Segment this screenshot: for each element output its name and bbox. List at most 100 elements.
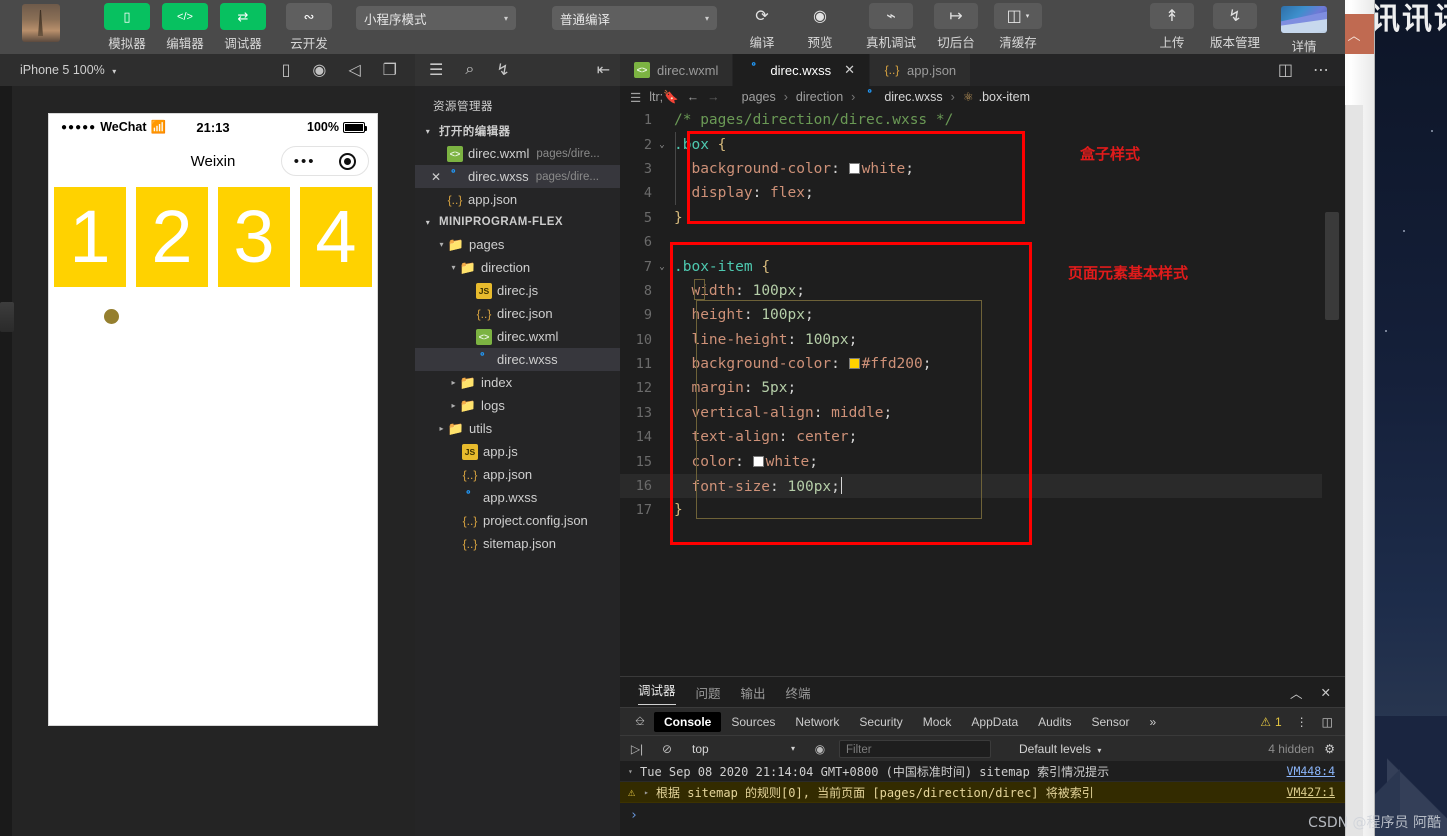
settings-gear-icon[interactable]: ⚙ (1324, 742, 1335, 756)
console-log-source[interactable]: VM427:1 (1287, 785, 1345, 799)
close-icon[interactable]: ✕ (1321, 683, 1331, 702)
code-line[interactable]: 8 width: 100px; (620, 279, 1345, 303)
tree-item-app-wxss[interactable]: ゚ app.wxss (415, 486, 620, 509)
files-icon[interactable]: ☰ (429, 60, 443, 80)
warning-count-badge[interactable]: ⚠ 1 (1260, 715, 1281, 729)
devtools-tabs-overflow[interactable]: » (1140, 712, 1167, 732)
chevron-down-icon[interactable]: ▾ (628, 767, 640, 776)
phone-screen[interactable]: ●●●●● WeChat 📶 21:13 100% Weixin ••• 1 2… (48, 113, 378, 726)
code-editor[interactable]: 1/* pages/direction/direc.wxss */2 ⌄ .box … (620, 108, 1345, 676)
open-editor-app-json[interactable]: {..} app.json (415, 188, 620, 211)
bookmark-icon[interactable]: ltr;🔖 (649, 90, 678, 105)
panel-tab-terminal[interactable]: 终端 (786, 683, 811, 702)
code-line[interactable]: 15 color: white; (620, 449, 1345, 473)
close-icon[interactable]: ✕ (429, 170, 443, 184)
device-selector[interactable]: iPhone 5 100% ▾ (20, 63, 116, 77)
editor-tab-direc-wxss[interactable]: ゚ direc.wxss ✕ (733, 54, 870, 86)
more-actions-icon[interactable]: ⋮ (1296, 715, 1308, 729)
console-context-select[interactable]: top ▾ (686, 742, 801, 756)
fold-toggle-icon[interactable]: ⌄ (654, 262, 670, 272)
tree-item-project-config-json[interactable]: {..} project.config.json (415, 509, 620, 532)
tree-item-pages[interactable]: ▾ 📁 pages (415, 233, 620, 256)
toolbar-button-clear-cache[interactable]: ◫ ▾ 清缓存 (993, 3, 1043, 51)
breadcrumb-segment-pages[interactable]: pages (742, 90, 776, 104)
devtools-tab-appdata[interactable]: AppData (961, 712, 1028, 732)
toolbar-button-cloud-dev[interactable]: ∾ 云开发 (286, 3, 332, 52)
windows-icon[interactable]: ❐ (383, 60, 397, 80)
tree-item-direc-js[interactable]: JS direc.js (415, 279, 620, 302)
devtools-tab-security[interactable]: Security (849, 712, 912, 732)
code-line[interactable]: 6 (620, 230, 1345, 254)
toolbar-button-detail[interactable]: 详情 (1275, 3, 1333, 55)
forward-arrow-icon[interactable]: → (707, 90, 720, 104)
code-line[interactable]: 13 vertical-align: middle; (620, 401, 1345, 425)
code-line[interactable]: 12 margin: 5px; (620, 376, 1345, 400)
more-actions-icon[interactable]: ⋯ (1313, 60, 1329, 80)
tree-item-app-js[interactable]: JS app.js (415, 440, 620, 463)
split-editor-icon[interactable]: ◫ (1278, 60, 1293, 80)
devtools-tab-sensor[interactable]: Sensor (1081, 712, 1139, 732)
devtools-tab-console[interactable]: Console (654, 711, 722, 732)
code-line[interactable]: 10 line-height: 100px; (620, 328, 1345, 352)
editor-tab-direc-wxml[interactable]: <> direc.wxml (620, 54, 734, 86)
toolbar-button-real-device-debug[interactable]: ⌁ 真机调试 (863, 3, 919, 51)
back-arrow-icon[interactable]: ← (687, 90, 700, 104)
capsule-button[interactable]: ••• (281, 146, 369, 176)
code-line[interactable]: 1 /* pages/direction/direc.wxss */ (620, 108, 1345, 132)
fold-toggle-icon[interactable]: ⌄ (654, 140, 670, 150)
box-item[interactable]: 2 (136, 187, 208, 287)
explorer-section-project[interactable]: ▾ MINIPROGRAM-FLEX (415, 211, 620, 233)
tree-item-direction[interactable]: ▾ 📁 direction (415, 256, 620, 279)
toolbar-button-compile[interactable]: ⟳ 编译 (739, 3, 785, 51)
toolbar-button-background[interactable]: ↦ 切后台 (931, 3, 981, 51)
app-preview-thumbnail[interactable] (22, 4, 60, 42)
breadcrumb-segment-symbol[interactable]: ⚛ .box-item (963, 90, 1030, 104)
console-filter-input[interactable]: Filter (839, 739, 991, 758)
code-line[interactable]: 17} (620, 498, 1345, 522)
tree-item-index[interactable]: ▸ 📁 index (415, 371, 620, 394)
toolbar-button-preview[interactable]: ◉ 预览 (797, 3, 843, 51)
toolbar-button-editor[interactable]: </> 编辑器 (162, 3, 208, 52)
toolbar-button-upload[interactable]: ↟ 上传 (1149, 3, 1195, 51)
more-menu-icon[interactable]: ••• (294, 154, 316, 169)
console-log-row[interactable]: ▾ Tue Sep 08 2020 21:14:04 GMT+0800 (中国标… (620, 761, 1345, 782)
code-line[interactable]: 14 text-align: center; (620, 425, 1345, 449)
tree-item-direc-json[interactable]: {..} direc.json (415, 302, 620, 325)
console-levels-select[interactable]: Default levels ▾ (1019, 742, 1101, 756)
editor-scrollbar-thumb[interactable] (1325, 212, 1339, 320)
compile-mode-select[interactable]: 普通编译 ▾ (552, 6, 717, 30)
dock-panel-icon[interactable]: ◫ (1322, 715, 1333, 729)
chevron-up-icon[interactable]: ︿ (1290, 683, 1303, 702)
code-line[interactable]: 4 display: flex; (620, 181, 1345, 205)
chevron-right-icon[interactable]: ▸ (644, 788, 656, 797)
tree-item-utils[interactable]: ▸ 📁 utils (415, 417, 620, 440)
editor-tab-app-json[interactable]: {..} app.json (870, 54, 972, 86)
devtools-tab-mock[interactable]: Mock (913, 712, 962, 732)
panel-tab-output[interactable]: 输出 (741, 683, 766, 702)
breadcrumb-segment-direction[interactable]: direction (796, 90, 843, 104)
box-item[interactable]: 1 (54, 187, 126, 287)
tree-item-direc-wxss[interactable]: ゚ direc.wxss (415, 348, 620, 371)
record-icon[interactable]: ◉ (312, 60, 326, 80)
code-line[interactable]: 5} (620, 206, 1345, 230)
devtools-tab-audits[interactable]: Audits (1028, 712, 1081, 732)
code-line[interactable]: 7 ⌄ .box-item { (620, 254, 1345, 278)
panel-tab-debugger[interactable]: 调试器 (638, 680, 676, 705)
tree-item-app-json[interactable]: {..} app.json (415, 463, 620, 486)
code-line[interactable]: 2 ⌄ .box { (620, 132, 1345, 156)
devtools-tab-network[interactable]: Network (785, 712, 849, 732)
explorer-section-open-editors[interactable]: ▾ 打开的编辑器 (415, 120, 620, 142)
phone-icon[interactable]: ▯ (282, 60, 291, 80)
breadcrumb-segment-file[interactable]: ゚ direc.wxss (863, 89, 942, 105)
tree-item-sitemap-json[interactable]: {..} sitemap.json (415, 532, 620, 555)
open-editor-direc-wxml[interactable]: <> direc.wxml pages/dire... (415, 142, 620, 165)
toolbar-button-version-control[interactable]: ↯ 版本管理 (1207, 3, 1263, 51)
console-input-prompt[interactable]: › (620, 803, 1345, 827)
devtools-tab-sources[interactable]: Sources (721, 712, 785, 732)
mode-select[interactable]: 小程序模式 ▾ (356, 6, 516, 30)
box-item[interactable]: 3 (218, 187, 290, 287)
search-icon[interactable]: ⌕ (465, 61, 474, 79)
inspect-element-icon[interactable]: ⎒ (626, 714, 654, 729)
code-line[interactable]: 16 font-size: 100px; (620, 473, 1345, 499)
toolbar-button-debugger[interactable]: ⇄ 调试器 (220, 3, 266, 52)
